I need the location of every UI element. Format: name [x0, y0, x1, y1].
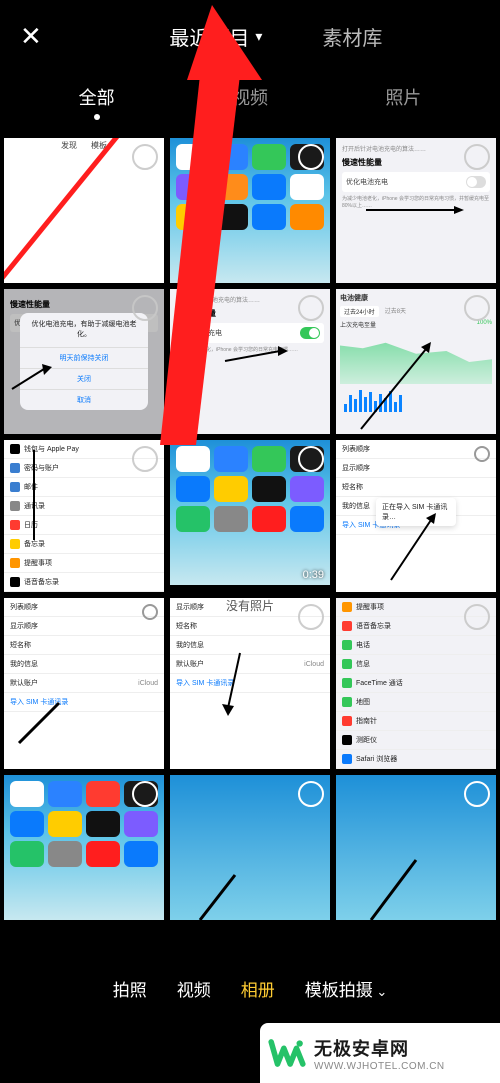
select-circle-icon[interactable] — [298, 781, 324, 807]
media-item[interactable]: 0:39 — [170, 440, 330, 585]
list-item-label: Safari 浏览器 — [356, 754, 397, 764]
tab-library[interactable]: 素材库 — [322, 0, 382, 72]
media-item[interactable]: 列表顺序 显示顺序 短名称 我的信息 默认账户iCloud 导入 SIM 卡通讯… — [4, 598, 164, 769]
no-photo-label: 没有照片 — [226, 597, 274, 614]
select-circle-icon[interactable] — [132, 781, 158, 807]
close-icon[interactable]: ✕ — [20, 21, 42, 52]
mode-shoot[interactable]: 拍照 — [113, 976, 147, 1001]
media-item[interactable] — [4, 775, 164, 920]
select-circle-icon[interactable] — [464, 295, 490, 321]
filter-video[interactable]: 视频 — [173, 84, 326, 110]
list-item-label: 信息 — [356, 659, 370, 669]
source-tabs: 最近项目 ▾ 素材库 — [72, 0, 480, 72]
select-circle-icon[interactable] — [474, 446, 490, 462]
chevron-down-icon: ▾ — [255, 28, 262, 45]
media-item[interactable]: 打开后针对电池充电的算法…… 慢速性能量 优化电池充电 为减少电池老化，iPho… — [170, 289, 330, 434]
select-circle-icon[interactable] — [298, 295, 324, 321]
select-circle-icon[interactable] — [142, 604, 158, 620]
select-circle-icon[interactable] — [464, 604, 490, 630]
select-circle-icon[interactable] — [132, 446, 158, 472]
tab-recent-label: 最近项目 — [169, 22, 249, 51]
list-item-label: FaceTime 通话 — [356, 678, 403, 688]
watermark-title: 无极安卓网 — [314, 1035, 445, 1061]
media-item[interactable]: 显示顺序 短名称 我的信息 默认账户iCloud 导入 SIM 卡通讯录 — [170, 598, 330, 769]
mode-video[interactable]: 视频 — [177, 976, 211, 1001]
media-item[interactable] — [170, 775, 330, 920]
select-circle-icon[interactable] — [298, 446, 324, 472]
list-item-label: 语音备忘录 — [356, 621, 391, 631]
media-item[interactable]: 电池健康 过去24小时 过去8天 上次充电至量 100% — [336, 289, 496, 434]
filter-photo[interactable]: 照片 — [327, 84, 480, 110]
media-item[interactable] — [170, 138, 330, 283]
media-grid: 发现 模板 打开后针对电池充电的算法…… 慢速性能量 优化电池充电 为减少电池老… — [0, 138, 500, 920]
tab-library-label: 素材库 — [322, 22, 382, 51]
list-item-label: 地图 — [356, 697, 370, 707]
watermark-url: WWW.WJHOTEL.COM.CN — [314, 1061, 445, 1072]
filter-all[interactable]: 全部 — [20, 84, 173, 110]
watermark: 无极安卓网 WWW.WJHOTEL.COM.CN — [260, 1023, 500, 1083]
list-item-label: 电话 — [356, 640, 370, 650]
video-duration: 0:39 — [303, 569, 324, 581]
mode-template-label: 模板拍摄 — [305, 981, 373, 1000]
list-item-label: 指南针 — [356, 716, 377, 726]
filter-tabs: 全部 视频 照片 — [0, 72, 500, 122]
select-circle-icon[interactable] — [464, 781, 490, 807]
mode-template[interactable]: 模板拍摄 ⌄ — [305, 976, 388, 1001]
select-circle-icon[interactable] — [464, 144, 490, 170]
select-circle-icon[interactable] — [298, 604, 324, 630]
select-circle-icon[interactable] — [298, 144, 324, 170]
media-item[interactable]: 列表顺序 显示顺序 短名称 我的信息 导入 SIM 卡通讯录 正在导入 SIM … — [336, 440, 496, 592]
media-item[interactable] — [336, 775, 496, 920]
media-item[interactable]: 慢速性能量 优化电…… 优化电池充电，有助于减缓电池老化。 明天前保持关闭 关闭… — [4, 289, 164, 434]
list-item-label: 测距仪 — [356, 735, 377, 745]
chevron-down-icon: ⌄ — [373, 984, 388, 999]
list-item-label: 提醒事项 — [356, 602, 384, 612]
tab-recent[interactable]: 最近项目 ▾ — [169, 0, 262, 72]
mode-tabs: 拍照 视频 相册 模板拍摄 ⌄ — [0, 963, 500, 1013]
select-circle-icon[interactable] — [132, 295, 158, 321]
mode-album[interactable]: 相册 — [241, 976, 275, 1001]
media-item[interactable]: 发现 模板 — [4, 138, 164, 283]
media-item[interactable]: 打开后针对电池充电的算法…… 慢速性能量 优化电池充电 为减少电池老化，iPho… — [336, 138, 496, 283]
media-item[interactable]: 提醒事项 语音备忘录 电话 信息 FaceTime 通话 地图 指南针 测距仪 … — [336, 598, 496, 769]
media-item[interactable]: 钱包与 Apple Pay 密码与账户 邮件 通讯录 日历 备忘录 提醒事项 语… — [4, 440, 164, 592]
select-circle-icon[interactable] — [132, 144, 158, 170]
logo-icon — [268, 1034, 306, 1072]
